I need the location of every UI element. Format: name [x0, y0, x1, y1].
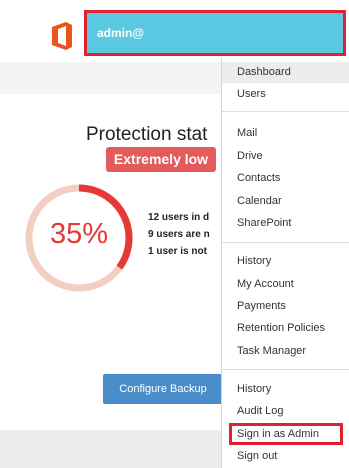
menu-item-dashboard[interactable]: Dashboard [237, 66, 291, 78]
protection-percent: 35% [49, 218, 109, 250]
user-account-button[interactable]: admin@ [84, 10, 346, 56]
menu-item-sharepoint[interactable]: SharePoint [237, 217, 291, 229]
account-dropdown-menu: Dashboard Users Mail Drive Contacts Cale… [221, 58, 349, 468]
menu-item-sign-out[interactable]: Sign out [237, 450, 277, 462]
stat-users-line-3: 1 user is not [148, 246, 207, 257]
menu-item-retention-policies[interactable]: Retention Policies [237, 322, 325, 334]
stat-users-line-2: 9 users are n [148, 229, 210, 240]
office-logo-icon [52, 22, 72, 50]
menu-divider [222, 242, 349, 243]
configure-backup-button[interactable]: Configure Backup [103, 374, 223, 404]
menu-item-mail[interactable]: Mail [237, 127, 257, 139]
protection-title: Protection stat [86, 124, 208, 145]
menu-item-calendar[interactable]: Calendar [237, 195, 282, 207]
menu-divider [222, 111, 349, 112]
menu-item-audit-history[interactable]: History [237, 383, 271, 395]
top-bar: admin@ [0, 0, 349, 62]
menu-item-audit-log[interactable]: Audit Log [237, 405, 283, 417]
menu-item-task-manager[interactable]: Task Manager [237, 345, 306, 357]
menu-divider [222, 369, 349, 370]
protection-level-badge: Extremely low [106, 147, 216, 172]
menu-item-sign-in-as-admin[interactable]: Sign in as Admin [237, 428, 319, 440]
menu-item-payments[interactable]: Payments [237, 300, 286, 312]
menu-item-drive[interactable]: Drive [237, 150, 263, 162]
menu-item-history[interactable]: History [237, 255, 271, 267]
menu-item-users[interactable]: Users [237, 88, 266, 100]
stat-users-line-1: 12 users in d [148, 212, 210, 223]
user-name: admin@ [97, 26, 145, 40]
menu-item-my-account[interactable]: My Account [237, 278, 294, 290]
menu-item-contacts[interactable]: Contacts [237, 172, 280, 184]
